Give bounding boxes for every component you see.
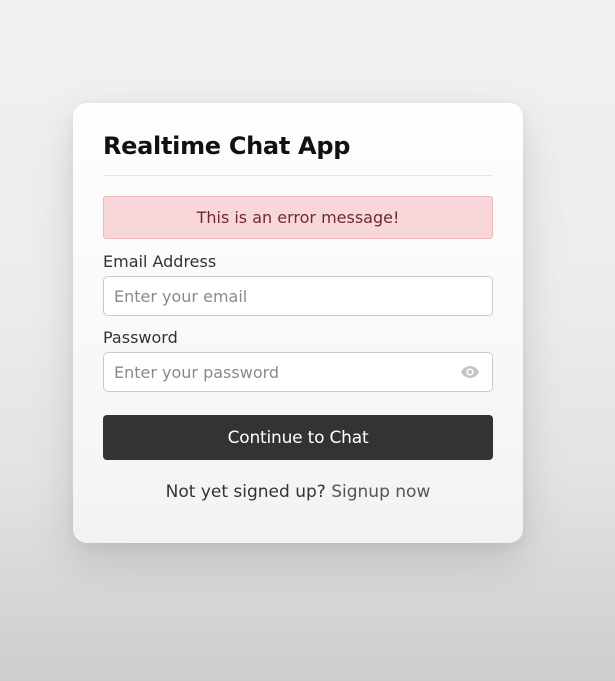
error-message: This is an error message! bbox=[196, 208, 400, 227]
password-input[interactable] bbox=[103, 352, 493, 392]
signup-row: Not yet signed up? Signup now bbox=[103, 482, 493, 502]
continue-to-chat-button[interactable]: Continue to Chat bbox=[103, 415, 493, 460]
password-label: Password bbox=[103, 328, 178, 347]
email-field-group: Email Address bbox=[103, 251, 493, 316]
error-alert: This is an error message! bbox=[103, 196, 493, 239]
card-header: Realtime Chat App bbox=[103, 129, 493, 176]
email-input[interactable] bbox=[103, 276, 493, 316]
login-card: Realtime Chat App This is an error messa… bbox=[73, 103, 523, 543]
signup-link[interactable]: Signup now bbox=[331, 482, 430, 502]
app-title: Realtime Chat App bbox=[103, 132, 351, 160]
email-input-wrapper bbox=[103, 276, 493, 316]
signup-prompt: Not yet signed up? bbox=[165, 482, 332, 502]
password-field-group: Password bbox=[103, 327, 493, 392]
eye-icon[interactable] bbox=[459, 363, 481, 381]
email-label: Email Address bbox=[103, 252, 217, 271]
password-input-wrapper bbox=[103, 352, 493, 392]
